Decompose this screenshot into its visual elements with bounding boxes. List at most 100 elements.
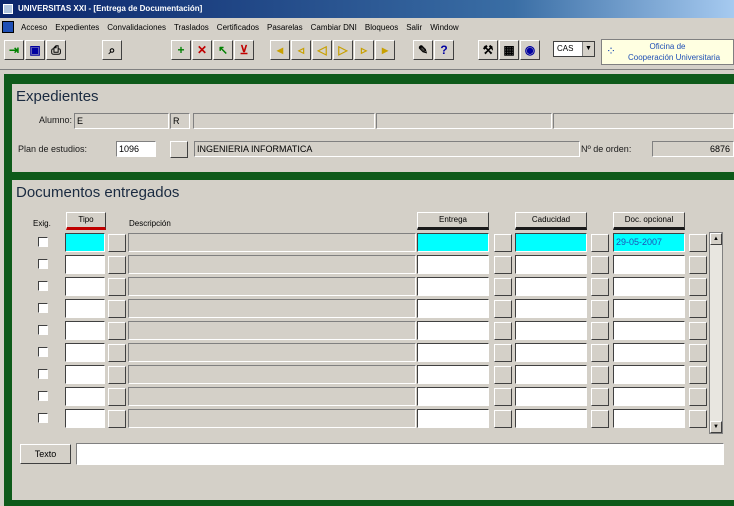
next-block-icon[interactable]: ▹: [354, 40, 374, 60]
doc-opcional-cell[interactable]: [613, 387, 685, 406]
menu-pasarelas[interactable]: Pasarelas: [263, 23, 307, 32]
doc-opcional-cell[interactable]: [613, 299, 685, 318]
entrega-cell[interactable]: [417, 409, 489, 428]
menu-certificados[interactable]: Certificados: [213, 23, 263, 32]
tipo-cell[interactable]: [65, 299, 105, 318]
tipo-cell[interactable]: [65, 321, 105, 340]
menu-expedientes[interactable]: Expedientes: [51, 23, 103, 32]
exig-checkbox[interactable]: [38, 259, 48, 269]
chevron-down-icon[interactable]: ▼: [582, 42, 594, 56]
last-record-icon[interactable]: ▸: [375, 40, 395, 60]
doc-opcional-lov-button[interactable]: [689, 344, 707, 362]
entrega-cell[interactable]: [417, 387, 489, 406]
tipo-lov-button[interactable]: [108, 388, 126, 406]
tipo-cell[interactable]: [65, 343, 105, 362]
tipo-cell[interactable]: [65, 233, 105, 252]
first-record-icon[interactable]: ◂: [270, 40, 290, 60]
doc-opcional-lov-button[interactable]: [689, 278, 707, 296]
tools-icon[interactable]: ⚒: [478, 40, 498, 60]
menu-convalidaciones[interactable]: Convalidaciones: [103, 23, 170, 32]
menu-traslados[interactable]: Traslados: [170, 23, 213, 32]
tipo-cell[interactable]: [65, 409, 105, 428]
texto-field[interactable]: [76, 443, 724, 465]
caducidad-lov-button[interactable]: [591, 366, 609, 384]
doc-opcional-lov-button[interactable]: [689, 410, 707, 428]
exig-checkbox[interactable]: [38, 391, 48, 401]
calendar-icon[interactable]: ▦: [499, 40, 519, 60]
doc-opcional-cell[interactable]: 29-05-2007: [613, 233, 685, 252]
entrega-cell[interactable]: [417, 255, 489, 274]
caducidad-lov-button[interactable]: [591, 278, 609, 296]
entrega-lov-button[interactable]: [494, 366, 512, 384]
alumno-name-field[interactable]: [553, 113, 734, 129]
exig-checkbox[interactable]: [38, 347, 48, 357]
exit-icon[interactable]: ⇥: [4, 40, 24, 60]
doc-opcional-lov-button[interactable]: [689, 366, 707, 384]
tipo-lov-button[interactable]: [108, 278, 126, 296]
entrega-lov-button[interactable]: [494, 234, 512, 252]
menu-window[interactable]: Window: [426, 23, 462, 32]
caducidad-cell[interactable]: [515, 255, 587, 274]
entrega-lov-button[interactable]: [494, 300, 512, 318]
col-caducidad[interactable]: Caducidad: [515, 212, 587, 230]
refresh-icon[interactable]: ◉: [520, 40, 540, 60]
language-select[interactable]: CAS ▼: [553, 41, 595, 57]
doc-opcional-lov-button[interactable]: [689, 234, 707, 252]
doc-opcional-lov-button[interactable]: [689, 300, 707, 318]
col-tipo[interactable]: Tipo: [66, 212, 106, 230]
print-icon[interactable]: ⎙: [46, 40, 66, 60]
entrega-lov-button[interactable]: [494, 388, 512, 406]
caducidad-cell[interactable]: [515, 277, 587, 296]
edit-icon[interactable]: ✎: [413, 40, 433, 60]
caducidad-cell[interactable]: [515, 299, 587, 318]
entrega-cell[interactable]: [417, 299, 489, 318]
doc-opcional-lov-button[interactable]: [689, 322, 707, 340]
scroll-up-icon[interactable]: ▲: [710, 233, 722, 245]
alumno-surname2-field[interactable]: [376, 113, 552, 129]
alumno-surname1-field[interactable]: [193, 113, 375, 129]
tipo-lov-button[interactable]: [108, 410, 126, 428]
doc-opcional-cell[interactable]: [613, 343, 685, 362]
texto-button[interactable]: Texto: [20, 444, 71, 464]
tipo-cell[interactable]: [65, 365, 105, 384]
caducidad-lov-button[interactable]: [591, 256, 609, 274]
exig-checkbox[interactable]: [38, 237, 48, 247]
next-record-icon[interactable]: ▷: [333, 40, 353, 60]
tipo-cell[interactable]: [65, 387, 105, 406]
caducidad-lov-button[interactable]: [591, 300, 609, 318]
doc-opcional-lov-button[interactable]: [689, 256, 707, 274]
scroll-down-icon[interactable]: ▼: [710, 421, 722, 433]
tipo-lov-button[interactable]: [108, 344, 126, 362]
menu-salir[interactable]: Salir: [402, 23, 426, 32]
caducidad-cell[interactable]: [515, 321, 587, 340]
exig-checkbox[interactable]: [38, 369, 48, 379]
previous-block-icon[interactable]: ◃: [291, 40, 311, 60]
col-doc-opcional[interactable]: Doc. opcional: [613, 212, 685, 230]
entrega-lov-button[interactable]: [494, 256, 512, 274]
query-icon[interactable]: ⌕: [102, 40, 122, 60]
entrega-cell[interactable]: [417, 365, 489, 384]
menu-cambiar-dni[interactable]: Cambiar DNI: [307, 23, 361, 32]
caducidad-cell[interactable]: [515, 409, 587, 428]
tipo-cell[interactable]: [65, 277, 105, 296]
menu-acceso[interactable]: Acceso: [17, 23, 51, 32]
caducidad-cell[interactable]: [515, 387, 587, 406]
save-icon[interactable]: ▣: [25, 40, 45, 60]
exig-checkbox[interactable]: [38, 325, 48, 335]
doc-opcional-cell[interactable]: [613, 255, 685, 274]
insert-record-icon[interactable]: +: [171, 40, 191, 60]
entrega-lov-button[interactable]: [494, 322, 512, 340]
entrega-cell[interactable]: [417, 233, 489, 252]
caducidad-lov-button[interactable]: [591, 234, 609, 252]
doc-opcional-cell[interactable]: [613, 321, 685, 340]
tipo-lov-button[interactable]: [108, 366, 126, 384]
exig-checkbox[interactable]: [38, 413, 48, 423]
tipo-lov-button[interactable]: [108, 322, 126, 340]
exig-checkbox[interactable]: [38, 303, 48, 313]
entrega-lov-button[interactable]: [494, 410, 512, 428]
caducidad-lov-button[interactable]: [591, 322, 609, 340]
entrega-cell[interactable]: [417, 277, 489, 296]
document-icon[interactable]: [2, 21, 14, 33]
caducidad-cell[interactable]: [515, 343, 587, 362]
caducidad-lov-button[interactable]: [591, 410, 609, 428]
